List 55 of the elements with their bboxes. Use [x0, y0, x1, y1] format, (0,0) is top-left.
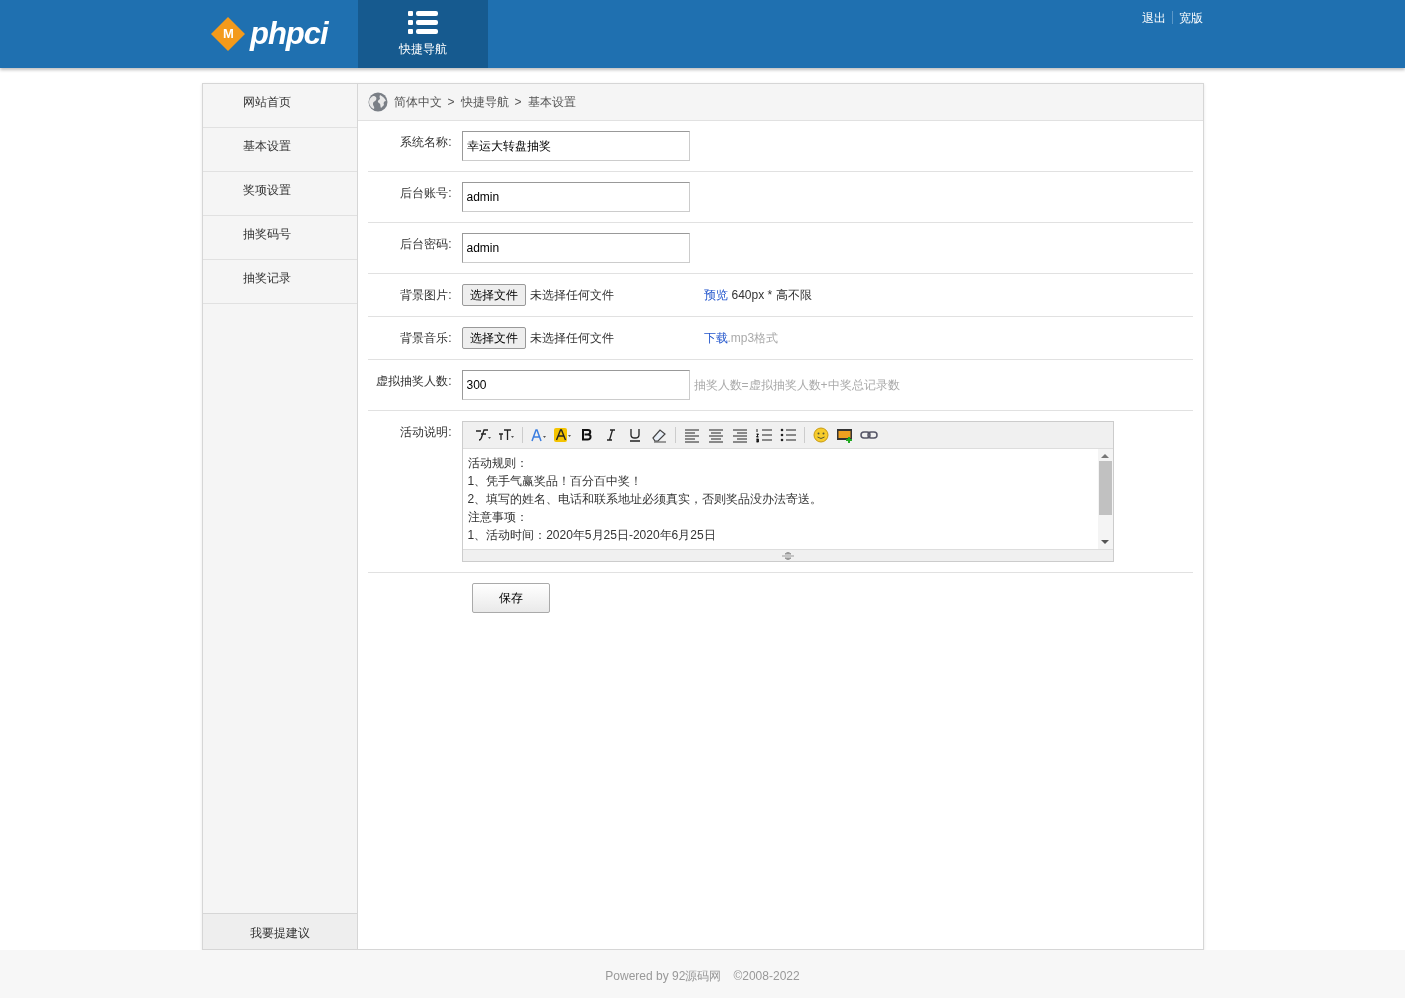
- header-link[interactable]: 退出: [1142, 9, 1166, 68]
- scroll-down-icon[interactable]: [1101, 539, 1109, 545]
- field-label: 背景图片:: [399, 287, 453, 304]
- link[interactable]: 下载: [703, 329, 728, 347]
- copyright-text: ©2008-2022: [733, 969, 800, 983]
- logo-text: phpci: [250, 14, 328, 53]
- sidebar-item[interactable]: 抽奖记录: [202, 260, 357, 304]
- size-icon[interactable]: [496, 427, 515, 443]
- link[interactable]: 预览: [703, 286, 728, 304]
- text-field[interactable]: 300: [461, 370, 690, 400]
- bullet-list-icon[interactable]: [778, 427, 797, 443]
- align-left-icon[interactable]: [682, 427, 701, 443]
- scroll-up-icon[interactable]: [1101, 453, 1109, 459]
- note-text: 640px * 高不限: [731, 287, 812, 304]
- breadcrumb-link[interactable]: 快捷导航: [460, 93, 509, 111]
- align-center-icon[interactable]: [706, 427, 725, 443]
- header-link[interactable]: 宽版: [1179, 9, 1203, 68]
- logo-icon: M: [211, 17, 245, 51]
- sidebar-item[interactable]: 奖项设置: [202, 172, 357, 216]
- text-field[interactable]: 幸运大转盘抽奖: [461, 131, 690, 161]
- powered-text: Powered by: [605, 969, 669, 983]
- field-label: 活动说明:: [399, 424, 453, 441]
- field-label: 后台账号:: [399, 185, 453, 202]
- text-field[interactable]: admin: [461, 182, 690, 212]
- highlight-icon[interactable]: [553, 427, 572, 443]
- align-right-icon[interactable]: [730, 427, 749, 443]
- note-text: .mp3格式: [727, 330, 779, 347]
- breadcrumb-separator: >: [447, 94, 455, 111]
- suggest-link[interactable]: 我要提建议: [249, 926, 310, 940]
- globe-icon: [367, 92, 388, 112]
- emoji-icon[interactable]: [811, 427, 830, 443]
- nav-tab[interactable]: 快捷导航: [358, 0, 488, 68]
- breadcrumb-separator: >: [514, 94, 522, 111]
- image-icon[interactable]: [835, 427, 854, 443]
- text-field[interactable]: admin: [461, 233, 690, 263]
- choose-file-button[interactable]: 选择文件: [461, 327, 526, 349]
- file-status: 未选择任何文件: [529, 330, 615, 347]
- field-label: 虚拟抽奖人数:: [375, 373, 453, 390]
- choose-file-button[interactable]: 选择文件: [461, 284, 526, 306]
- ordered-list-icon[interactable]: [754, 427, 773, 443]
- sidebar-item[interactable]: 网站首页: [202, 84, 357, 128]
- resize-handle-icon[interactable]: [780, 551, 795, 560]
- hint-text: 抽奖人数=虚拟抽奖人数+中奖总记录数: [693, 377, 900, 394]
- breadcrumb-link[interactable]: 基本设置: [527, 93, 576, 111]
- field-label: 系统名称:: [399, 134, 453, 151]
- scrollbar[interactable]: [1097, 449, 1113, 549]
- save-button[interactable]: 保存: [471, 583, 550, 613]
- list-icon: [408, 10, 438, 35]
- sidebar-item[interactable]: 抽奖码号: [202, 216, 357, 260]
- field-label: 后台密码:: [399, 236, 453, 253]
- breadcrumb-link[interactable]: 简体中文: [393, 93, 442, 111]
- field-label: 背景音乐:: [399, 330, 453, 347]
- sidebar-item[interactable]: 基本设置: [202, 128, 357, 172]
- file-status: 未选择任何文件: [529, 287, 615, 304]
- color-icon[interactable]: [529, 427, 548, 443]
